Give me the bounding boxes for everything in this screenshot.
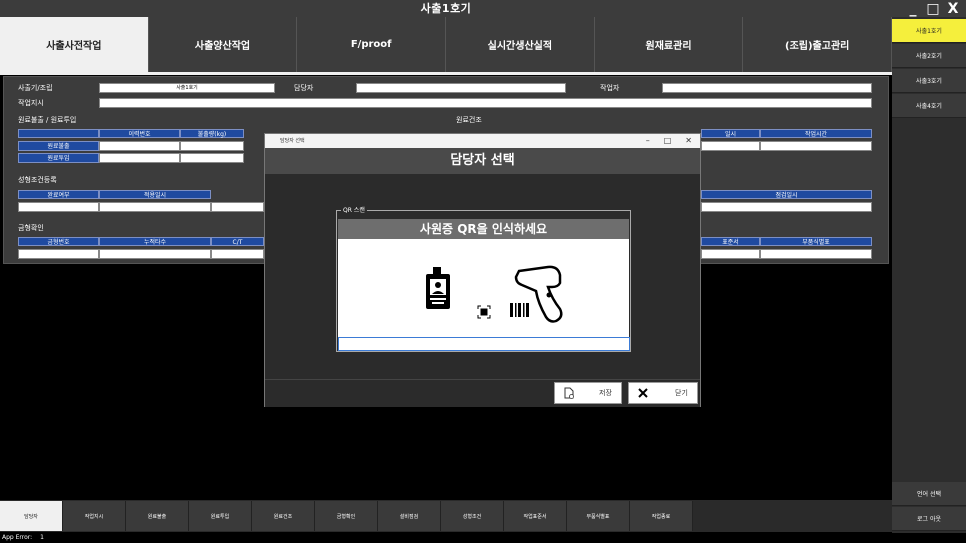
tab-pre-work[interactable]: 사출사전작업 <box>0 17 149 72</box>
molding-header-complete: 완료여부 <box>18 190 99 199</box>
close-button-label: 닫기 <box>675 389 688 397</box>
tab-shipping[interactable]: (조립)출고관리 <box>743 17 893 72</box>
mold-part-tag-field[interactable] <box>760 249 872 259</box>
step-part-tag[interactable]: 부품식별표 <box>567 501 630 531</box>
sidebar-item-machine-4[interactable]: 사출4호기 <box>892 94 966 118</box>
sidebar-item-machine-1[interactable]: 사출1호기 <box>892 19 966 43</box>
save-button[interactable]: 저장 <box>554 382 622 404</box>
tab-material[interactable]: 원재료관리 <box>595 17 744 72</box>
step-molding-conditions[interactable]: 성형조건 <box>441 501 504 531</box>
manager-field[interactable] <box>356 83 566 93</box>
mold-header-ct: C/T <box>211 237 264 246</box>
step-manager[interactable]: 담당자 <box>0 501 63 531</box>
machine-sidebar: 사출1호기 사출2호기 사출3호기 사출4호기 언어 선택 로그 아웃 <box>892 17 966 543</box>
inspect-header: 점검일시 <box>701 190 872 199</box>
mold-standard-field[interactable] <box>701 249 760 259</box>
step-material-dispense[interactable]: 원료불출 <box>126 501 189 531</box>
mold-header-shots: 누적타수 <box>99 237 211 246</box>
manager-label: 담당자 <box>294 84 314 92</box>
step-work-standard[interactable]: 작업표준서 <box>504 501 567 531</box>
status-bar: App Error: 1 <box>0 533 966 543</box>
material-dispense-qty[interactable] <box>180 141 244 151</box>
dialog-close-icon[interactable]: ✕ <box>685 134 692 148</box>
close-x-icon <box>638 388 648 398</box>
worker-field[interactable] <box>662 83 872 93</box>
qr-group-legend: QR 스캔 <box>341 206 367 215</box>
qr-scan-group: QR 스캔 사원증 QR을 인식하세요 <box>336 206 631 352</box>
material-input-qty[interactable] <box>180 153 244 163</box>
window-title: 사출1호기 <box>0 0 892 17</box>
status-value: 1 <box>40 534 44 541</box>
close-button[interactable]: 닫기 <box>628 382 698 404</box>
material-header-lot: 이력번호 <box>99 129 180 138</box>
qr-illustration-svg <box>426 265 563 323</box>
step-material-input[interactable]: 원료투입 <box>189 501 252 531</box>
step-finish[interactable]: 작업종료 <box>630 501 693 531</box>
material-header-qty: 불출량(kg) <box>180 129 244 138</box>
main-tabs: 사출사전작업 사출양산작업 F/proof 실시간생산실적 원재료관리 (조립)… <box>0 17 893 72</box>
save-button-label: 저장 <box>599 389 612 397</box>
drying-header-duration: 작업시간 <box>760 129 872 138</box>
instruction-label: 작업지시 <box>18 99 44 107</box>
step-equipment-inspect[interactable]: 설비점검 <box>378 501 441 531</box>
mold-header-number: 금형번호 <box>18 237 99 246</box>
dialog-window-title: 담당자 선택 <box>265 134 700 148</box>
sidebar-item-machine-2[interactable]: 사출2호기 <box>892 44 966 68</box>
maximize-icon[interactable]: □ <box>924 2 942 16</box>
qr-illustration <box>338 239 629 337</box>
worker-label: 작업자 <box>600 84 620 92</box>
material-row-input: 원료투입 <box>18 153 99 163</box>
dialog-header: 담당자 선택 <box>265 148 700 174</box>
drying-header-datetime: 일시 <box>701 129 760 138</box>
minimize-icon[interactable]: _ <box>904 2 922 16</box>
mold-ct-field[interactable] <box>211 249 264 259</box>
qr-code-icon <box>477 305 491 319</box>
tab-realtime[interactable]: 실시간생산실적 <box>446 17 595 72</box>
mold-number-field[interactable] <box>18 249 99 259</box>
qr-input[interactable] <box>338 337 630 351</box>
step-instruction[interactable]: 작업지시 <box>63 501 126 531</box>
save-icon <box>564 387 574 399</box>
material-dispense-lot[interactable] <box>99 141 180 151</box>
mold-shots-field[interactable] <box>99 249 211 259</box>
status-label: App Error: <box>2 534 33 541</box>
dialog-minimize-icon[interactable]: – <box>646 134 650 148</box>
drying-duration-field[interactable] <box>760 141 872 151</box>
tab-underline <box>0 72 892 75</box>
language-button[interactable]: 언어 선택 <box>892 482 966 506</box>
inspect-datetime-field[interactable] <box>701 202 872 212</box>
molding-applied-field[interactable] <box>99 202 211 212</box>
sidebar-item-machine-3[interactable]: 사출3호기 <box>892 69 966 93</box>
qr-prompt: 사원증 QR을 인식하세요 <box>338 219 629 239</box>
tab-production[interactable]: 사출양산작업 <box>149 17 298 72</box>
drying-datetime-field[interactable] <box>701 141 760 151</box>
tab-fproof[interactable]: F/proof <box>297 17 447 72</box>
window-controls: _ □ X <box>892 0 966 17</box>
instruction-field[interactable] <box>99 98 872 108</box>
dialog-window-controls: – □ ✕ <box>646 134 692 148</box>
molding-header-applied: 적용일시 <box>99 190 211 199</box>
molding-extra-field[interactable] <box>211 202 264 212</box>
step-bar: 담당자 작업지시 원료불출 원료투입 원료건조 금형확인 설비점검 성형조건 작… <box>0 500 892 532</box>
molding-section-title: 성형조건등록 <box>18 176 57 184</box>
mold-section-title: 금형확인 <box>18 224 44 232</box>
material-section-title: 원료불출 / 원료투입 <box>18 116 77 124</box>
step-drying[interactable]: 원료건조 <box>252 501 315 531</box>
logout-button[interactable]: 로그 아웃 <box>892 507 966 531</box>
mold-header-standard: 표준서 <box>701 237 760 246</box>
machine-field[interactable]: 사출1호기 <box>99 83 275 93</box>
mold-header-part-tag: 부품식별표 <box>760 237 872 246</box>
close-icon[interactable]: X <box>944 2 962 16</box>
material-input-lot[interactable] <box>99 153 180 163</box>
material-row-dispense: 원료불출 <box>18 141 99 151</box>
id-badge-icon <box>426 267 450 309</box>
machine-label: 사출기/조립 <box>18 84 53 92</box>
drying-section-title: 원료건조 <box>456 116 482 124</box>
barcode-scanner-icon <box>510 265 563 323</box>
molding-complete-field[interactable] <box>18 202 99 212</box>
manager-select-dialog: 담당자 선택 – □ ✕ 담당자 선택 QR 스캔 사원증 QR을 인식하세요 <box>264 133 701 407</box>
dialog-maximize-icon[interactable]: □ <box>664 134 672 148</box>
step-mold-check[interactable]: 금형확인 <box>315 501 378 531</box>
material-header-blank <box>18 129 99 138</box>
